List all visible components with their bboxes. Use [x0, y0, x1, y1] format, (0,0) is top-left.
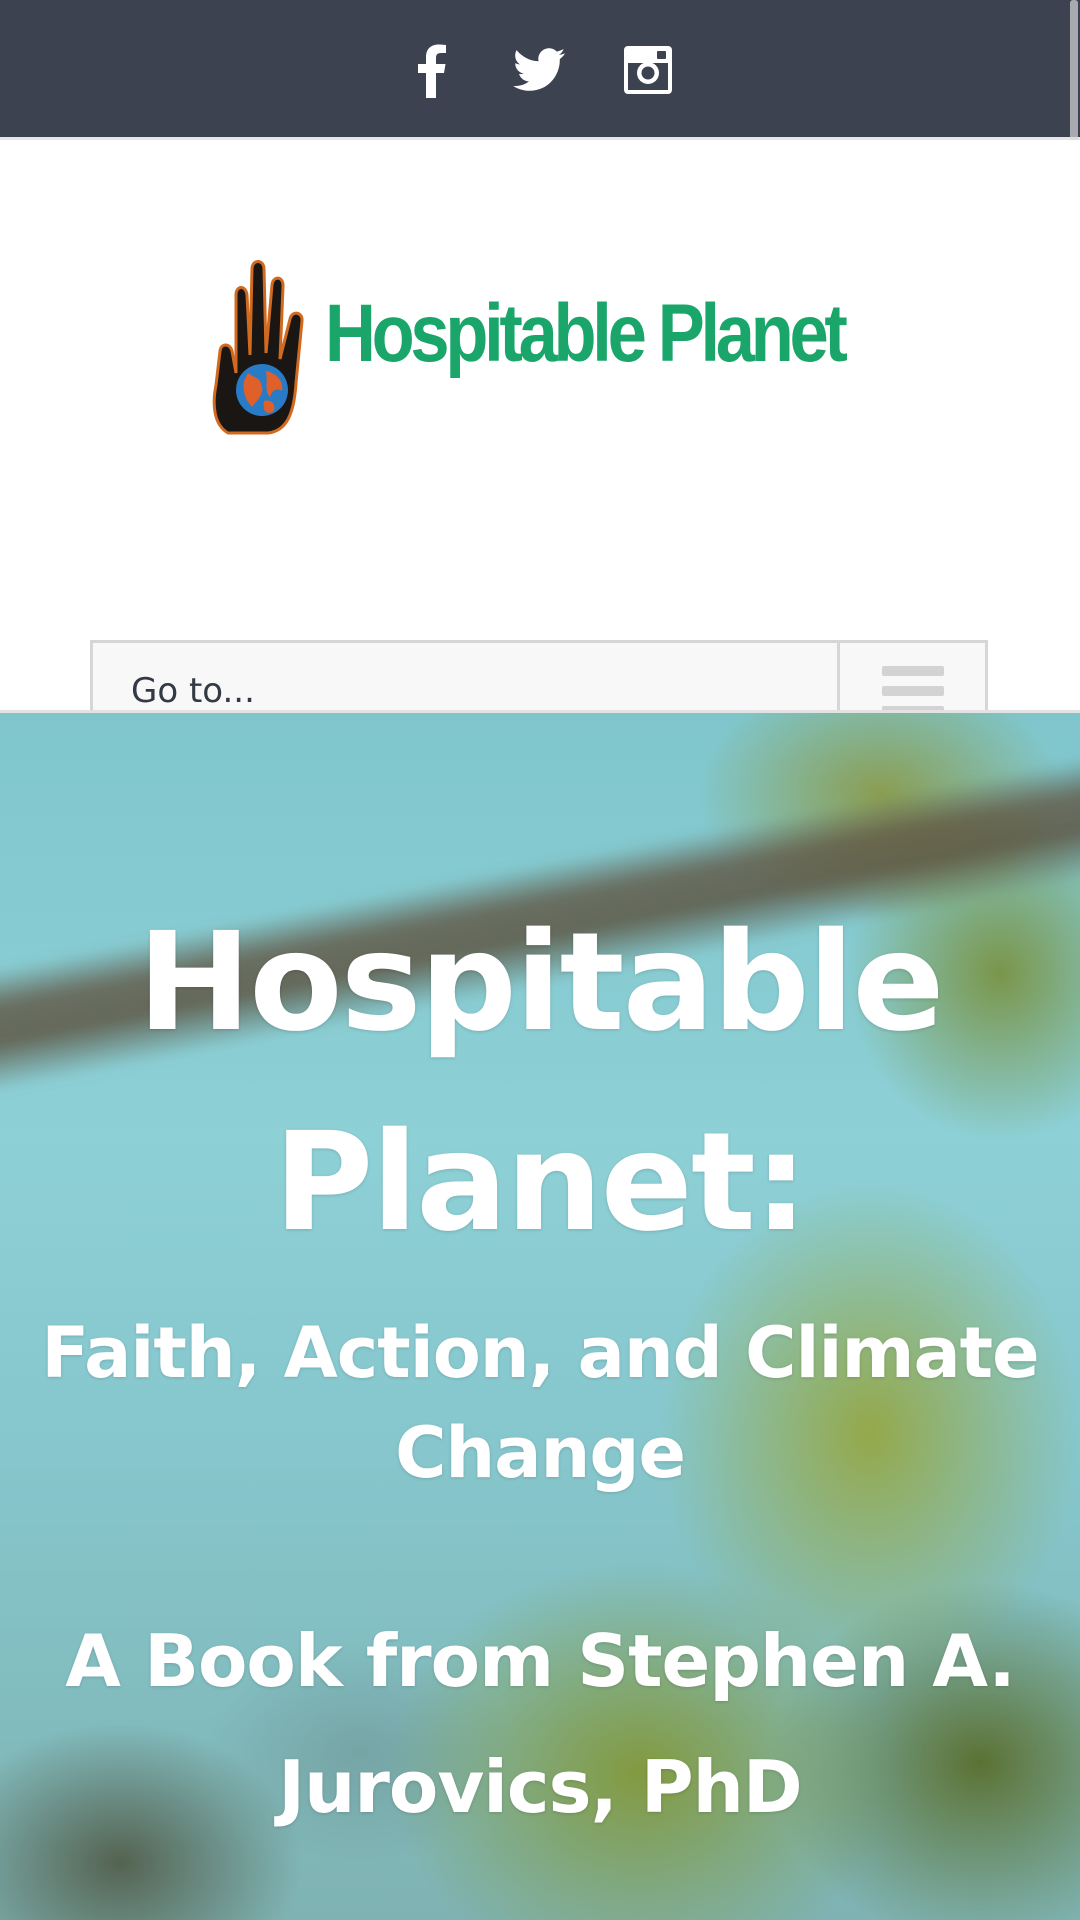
page: Hospitable Planet Go to... Hospitable Pl…: [0, 0, 1080, 1920]
hero-title-line: Hospitable: [137, 904, 944, 1062]
hero-subtitle: Faith, Action, and Climate Change: [0, 1303, 1080, 1503]
site-logo[interactable]: Hospitable Planet: [210, 255, 870, 435]
instagram-icon[interactable]: [618, 40, 678, 100]
hero-subtitle-line: Change: [395, 1412, 686, 1494]
social-bar: [0, 0, 1080, 137]
hamburger-icon-bar: [881, 686, 944, 696]
site-header: Hospitable Planet Go to...: [0, 140, 1080, 742]
hero-title: Hospitable Planet:: [0, 883, 1080, 1283]
hamburger-icon-bar: [881, 666, 944, 676]
twitter-icon[interactable]: [509, 40, 569, 100]
hero-banner: Hospitable Planet: Faith, Action, and Cl…: [0, 713, 1080, 1920]
hero-subtitle-line: Faith, Action, and Climate: [41, 1312, 1039, 1394]
hero-title-line: Planet:: [273, 1104, 809, 1262]
hand-globe-icon: [212, 260, 304, 435]
logo-wordmark: Hospitable Planet: [325, 288, 848, 379]
hero-byline: A Book from Stephen A. Jurovics, PhD: [65, 1619, 1015, 1829]
facebook-icon[interactable]: [401, 40, 461, 100]
